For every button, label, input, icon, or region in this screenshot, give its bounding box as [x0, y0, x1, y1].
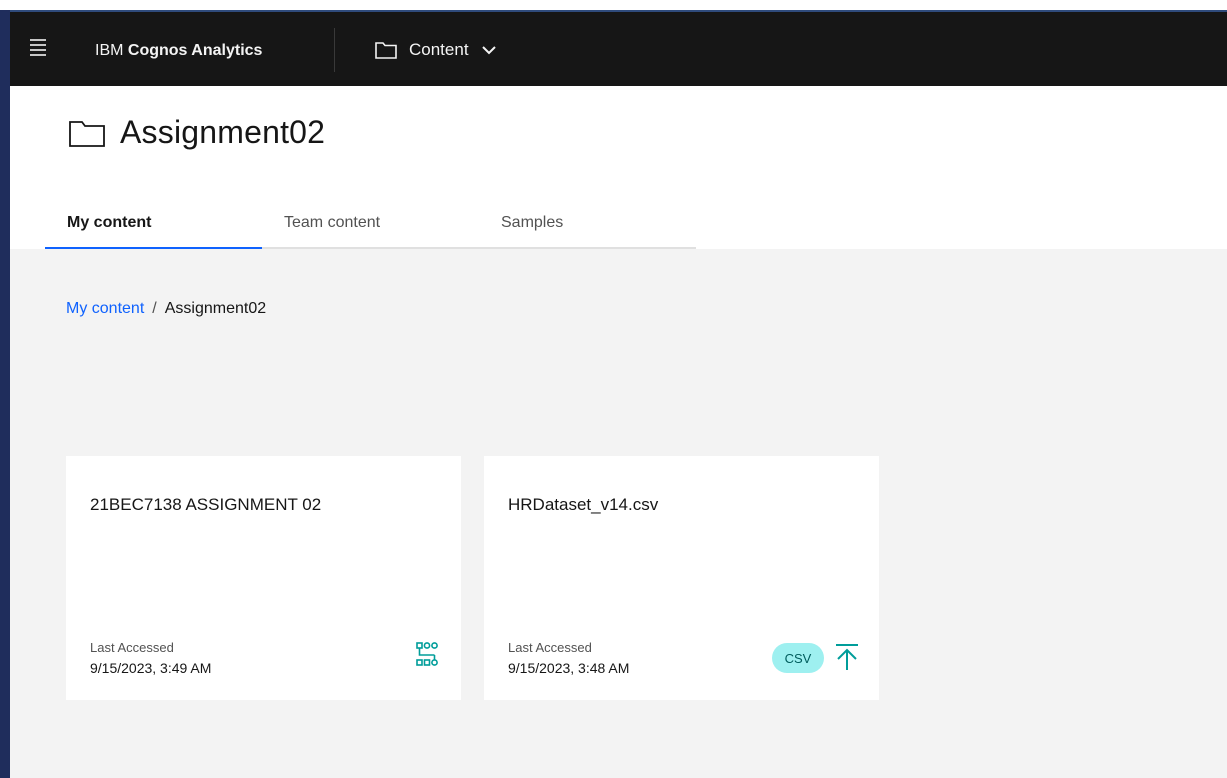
top-navigation-bar: IBM Cognos Analytics Content — [10, 10, 1227, 86]
product-brand[interactable]: IBM Cognos Analytics — [95, 42, 262, 60]
data-module-icon — [416, 642, 438, 666]
breadcrumb: My content / Assignment02 — [66, 300, 266, 318]
file-type-badge: CSV — [772, 643, 824, 673]
card-meta-label: Last Accessed — [90, 640, 174, 655]
tab-my-content[interactable]: My content — [45, 200, 262, 249]
folder-icon — [375, 42, 397, 59]
window-frame-top — [0, 0, 1227, 10]
hamburger-menu-icon[interactable] — [30, 39, 46, 56]
tab-team-content[interactable]: Team content — [262, 200, 479, 249]
card-meta-label: Last Accessed — [508, 640, 592, 655]
content-card[interactable]: HRDataset_v14.csv Last Accessed 9/15/202… — [484, 456, 879, 700]
breadcrumb-link-my-content[interactable]: My content — [66, 300, 144, 317]
card-meta-value: 9/15/2023, 3:48 AM — [508, 660, 630, 676]
topbar-divider — [334, 28, 335, 72]
card-meta-value: 9/15/2023, 3:49 AM — [90, 660, 212, 676]
brand-name: Cognos Analytics — [127, 42, 263, 59]
card-title: 21BEC7138 ASSIGNMENT 02 — [90, 495, 322, 514]
folder-icon — [69, 120, 105, 147]
page-title-row: Assignment02 — [68, 114, 325, 151]
page-title: Assignment02 — [120, 114, 326, 150]
breadcrumb-current: Assignment02 — [164, 300, 267, 317]
content-switcher[interactable]: Content — [375, 34, 497, 66]
content-area: My content / Assignment02 21BEC7138 ASSIGN… — [10, 249, 1227, 778]
breadcrumb-separator: / — [152, 300, 157, 317]
page-header: Assignment02 My content Team content Sam… — [10, 86, 1227, 249]
chevron-down-icon — [481, 46, 496, 55]
content-switcher-label: Content — [409, 40, 469, 59]
content-tabs: My content Team content Samples — [45, 200, 696, 249]
card-title: HRDataset_v14.csv — [508, 495, 659, 514]
tab-samples[interactable]: Samples — [479, 200, 696, 249]
upload-icon[interactable] — [834, 642, 860, 672]
window-frame-left — [0, 10, 10, 778]
brand-prefix: IBM — [95, 42, 124, 59]
content-card[interactable]: 21BEC7138 ASSIGNMENT 02 Last Accessed 9/… — [66, 456, 461, 700]
